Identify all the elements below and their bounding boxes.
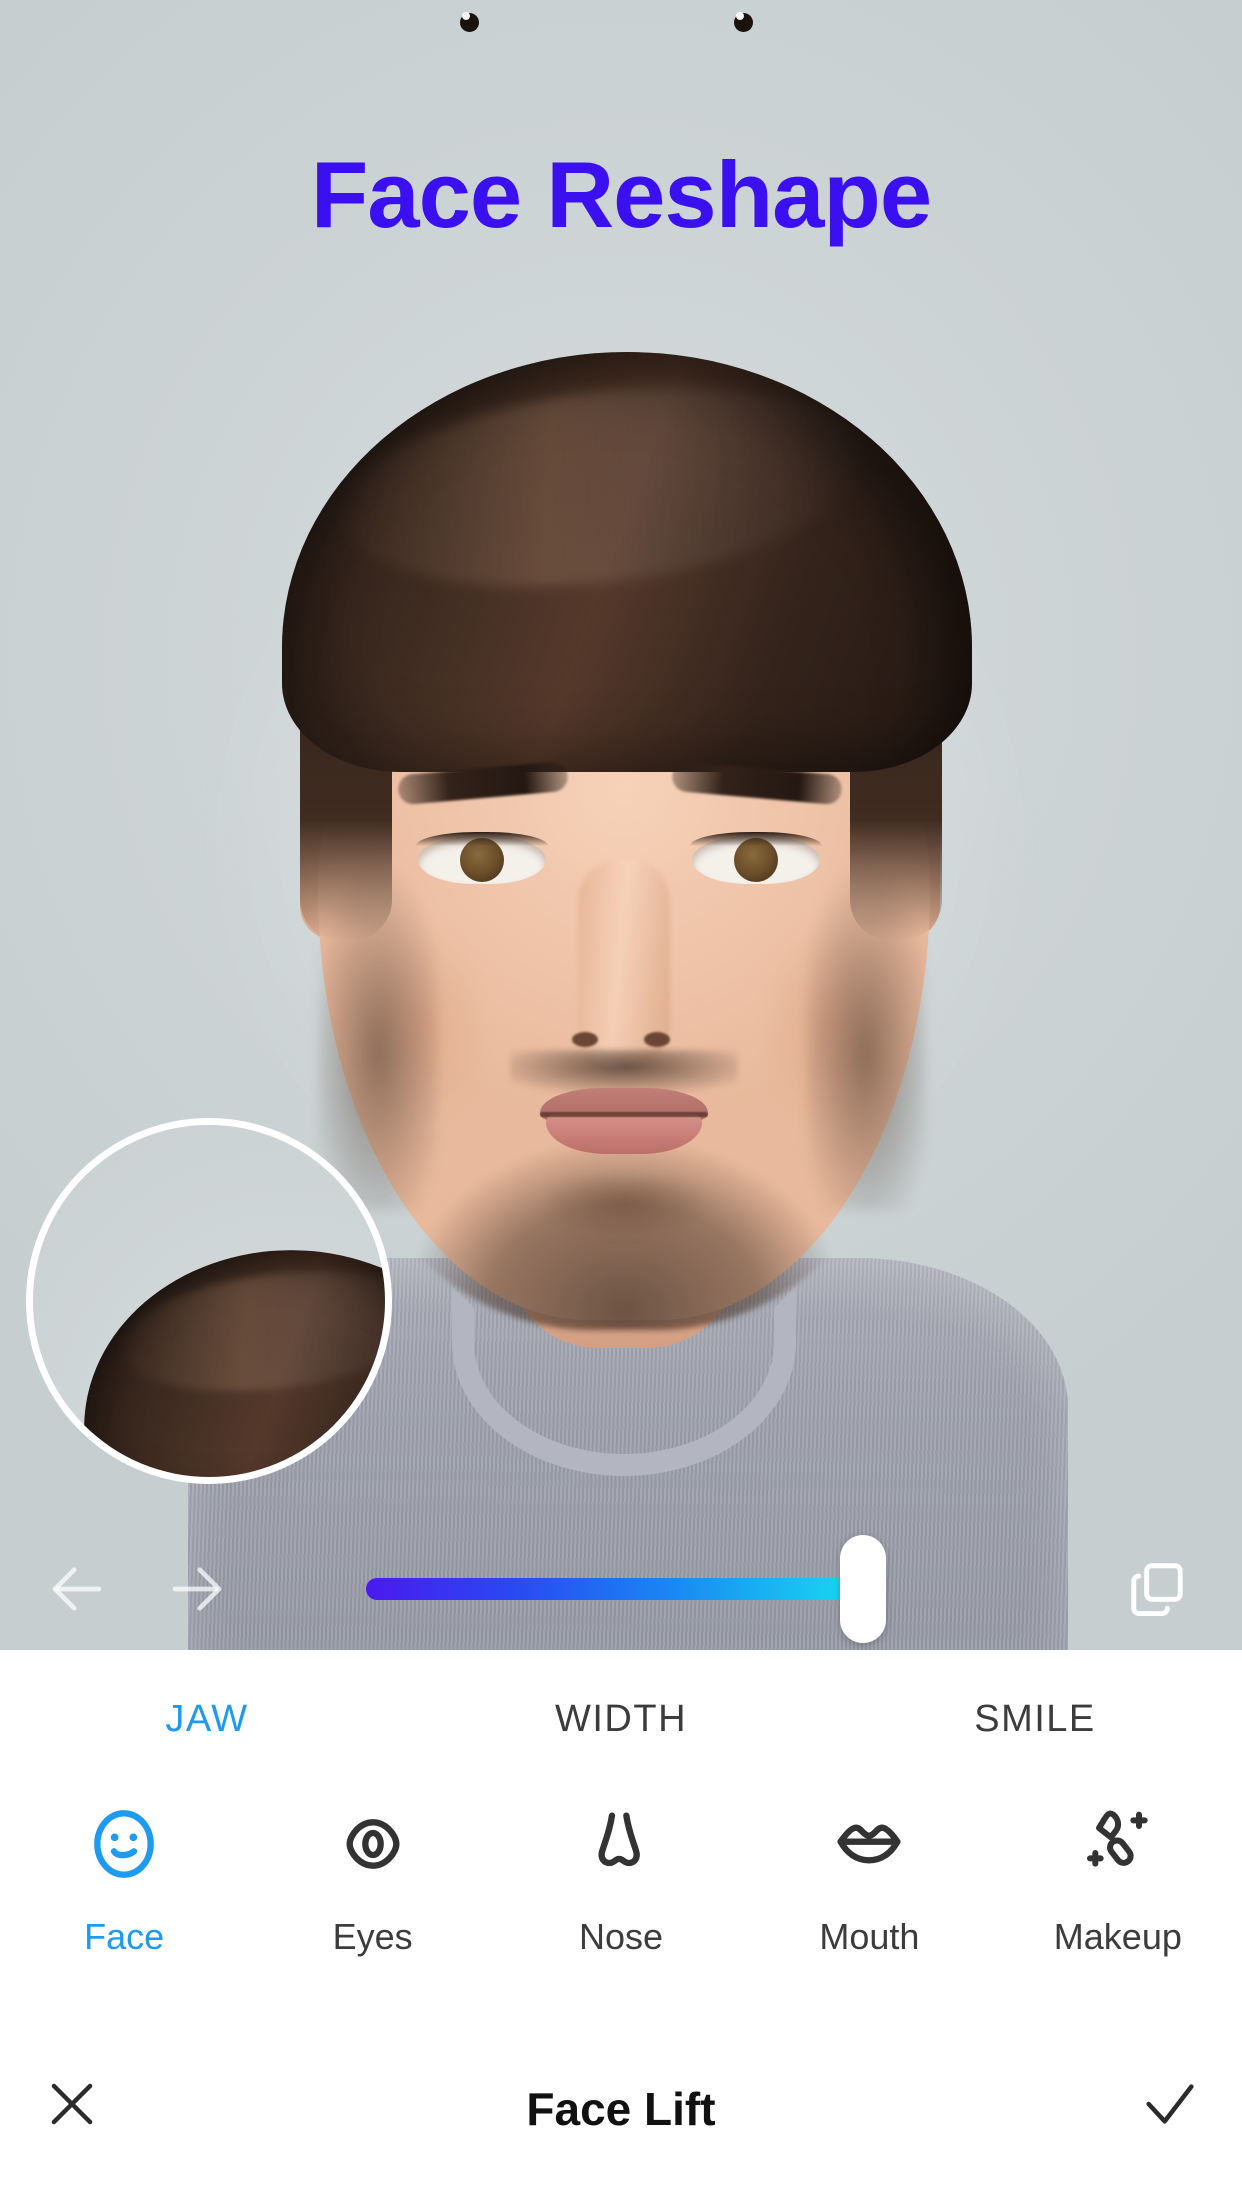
nose-icon	[575, 1798, 667, 1890]
nostril-right	[644, 1032, 670, 1047]
subtab-jaw-label: JAW	[165, 1698, 249, 1740]
intensity-slider[interactable]	[366, 1535, 886, 1643]
check-icon	[1146, 2084, 1194, 2124]
undo-button[interactable]	[40, 1552, 114, 1626]
layers-compare-icon	[1131, 1563, 1183, 1616]
preview-thumbnail[interactable]	[26, 1118, 392, 1484]
sub-tab-bar: JAW WIDTH SMILE	[0, 1698, 1242, 1741]
tool-face-label: Face	[84, 1916, 165, 1957]
tool-nose-label: Nose	[578, 1916, 664, 1957]
subtab-width[interactable]: WIDTH	[414, 1698, 828, 1741]
subtab-jaw[interactable]: JAW	[0, 1698, 414, 1741]
hair	[282, 352, 972, 772]
tool-makeup[interactable]: Makeup	[994, 1798, 1242, 1958]
eye-icon	[327, 1798, 419, 1890]
subtab-smile-label: SMILE	[974, 1698, 1096, 1740]
eye-glint-right	[736, 12, 744, 20]
photo-canvas[interactable]: Face Reshape	[0, 0, 1242, 1650]
action-bar-title: Face Lift	[526, 2083, 716, 2135]
face-smiley-icon	[78, 1798, 170, 1890]
tool-eyes-label: Eyes	[332, 1916, 413, 1957]
chin-shadow	[540, 1176, 710, 1246]
subtab-width-label: WIDTH	[554, 1698, 688, 1740]
arrow-left-icon	[52, 1567, 102, 1611]
mouth-line	[540, 1112, 708, 1117]
makeup-wand-icon	[1072, 1798, 1164, 1890]
face-reshape-screen: Face Reshape JAW WIDTH SMILE Face Eyes N…	[0, 0, 1242, 2208]
slider-track[interactable]	[366, 1578, 852, 1600]
tool-eyes[interactable]: Eyes	[248, 1798, 496, 1958]
tool-mouth-label: Mouth	[819, 1916, 920, 1957]
tool-makeup-label: Makeup	[1053, 1916, 1182, 1957]
eye-glint-left	[462, 12, 470, 20]
arrow-right-icon	[172, 1567, 222, 1611]
editor-controls-row	[0, 1534, 1242, 1644]
tool-face[interactable]: Face	[0, 1798, 248, 1958]
tool-nose[interactable]: Nose	[497, 1798, 745, 1958]
subtab-smile[interactable]: SMILE	[828, 1698, 1242, 1741]
confirm-button[interactable]	[1116, 2050, 1224, 2158]
action-bar: Face Lift	[0, 2000, 1242, 2208]
nostril-left	[572, 1032, 598, 1047]
compare-button[interactable]	[1120, 1552, 1194, 1626]
redo-button[interactable]	[160, 1552, 234, 1626]
preview-thumbnail-image	[33, 1125, 385, 1477]
tool-bar: Face Eyes Nose Mouth Makeup	[0, 1798, 1242, 1958]
page-title: Face Reshape	[310, 142, 932, 247]
slider-thumb[interactable]	[840, 1535, 886, 1643]
lips-icon	[823, 1798, 915, 1890]
tool-mouth[interactable]: Mouth	[745, 1798, 993, 1958]
